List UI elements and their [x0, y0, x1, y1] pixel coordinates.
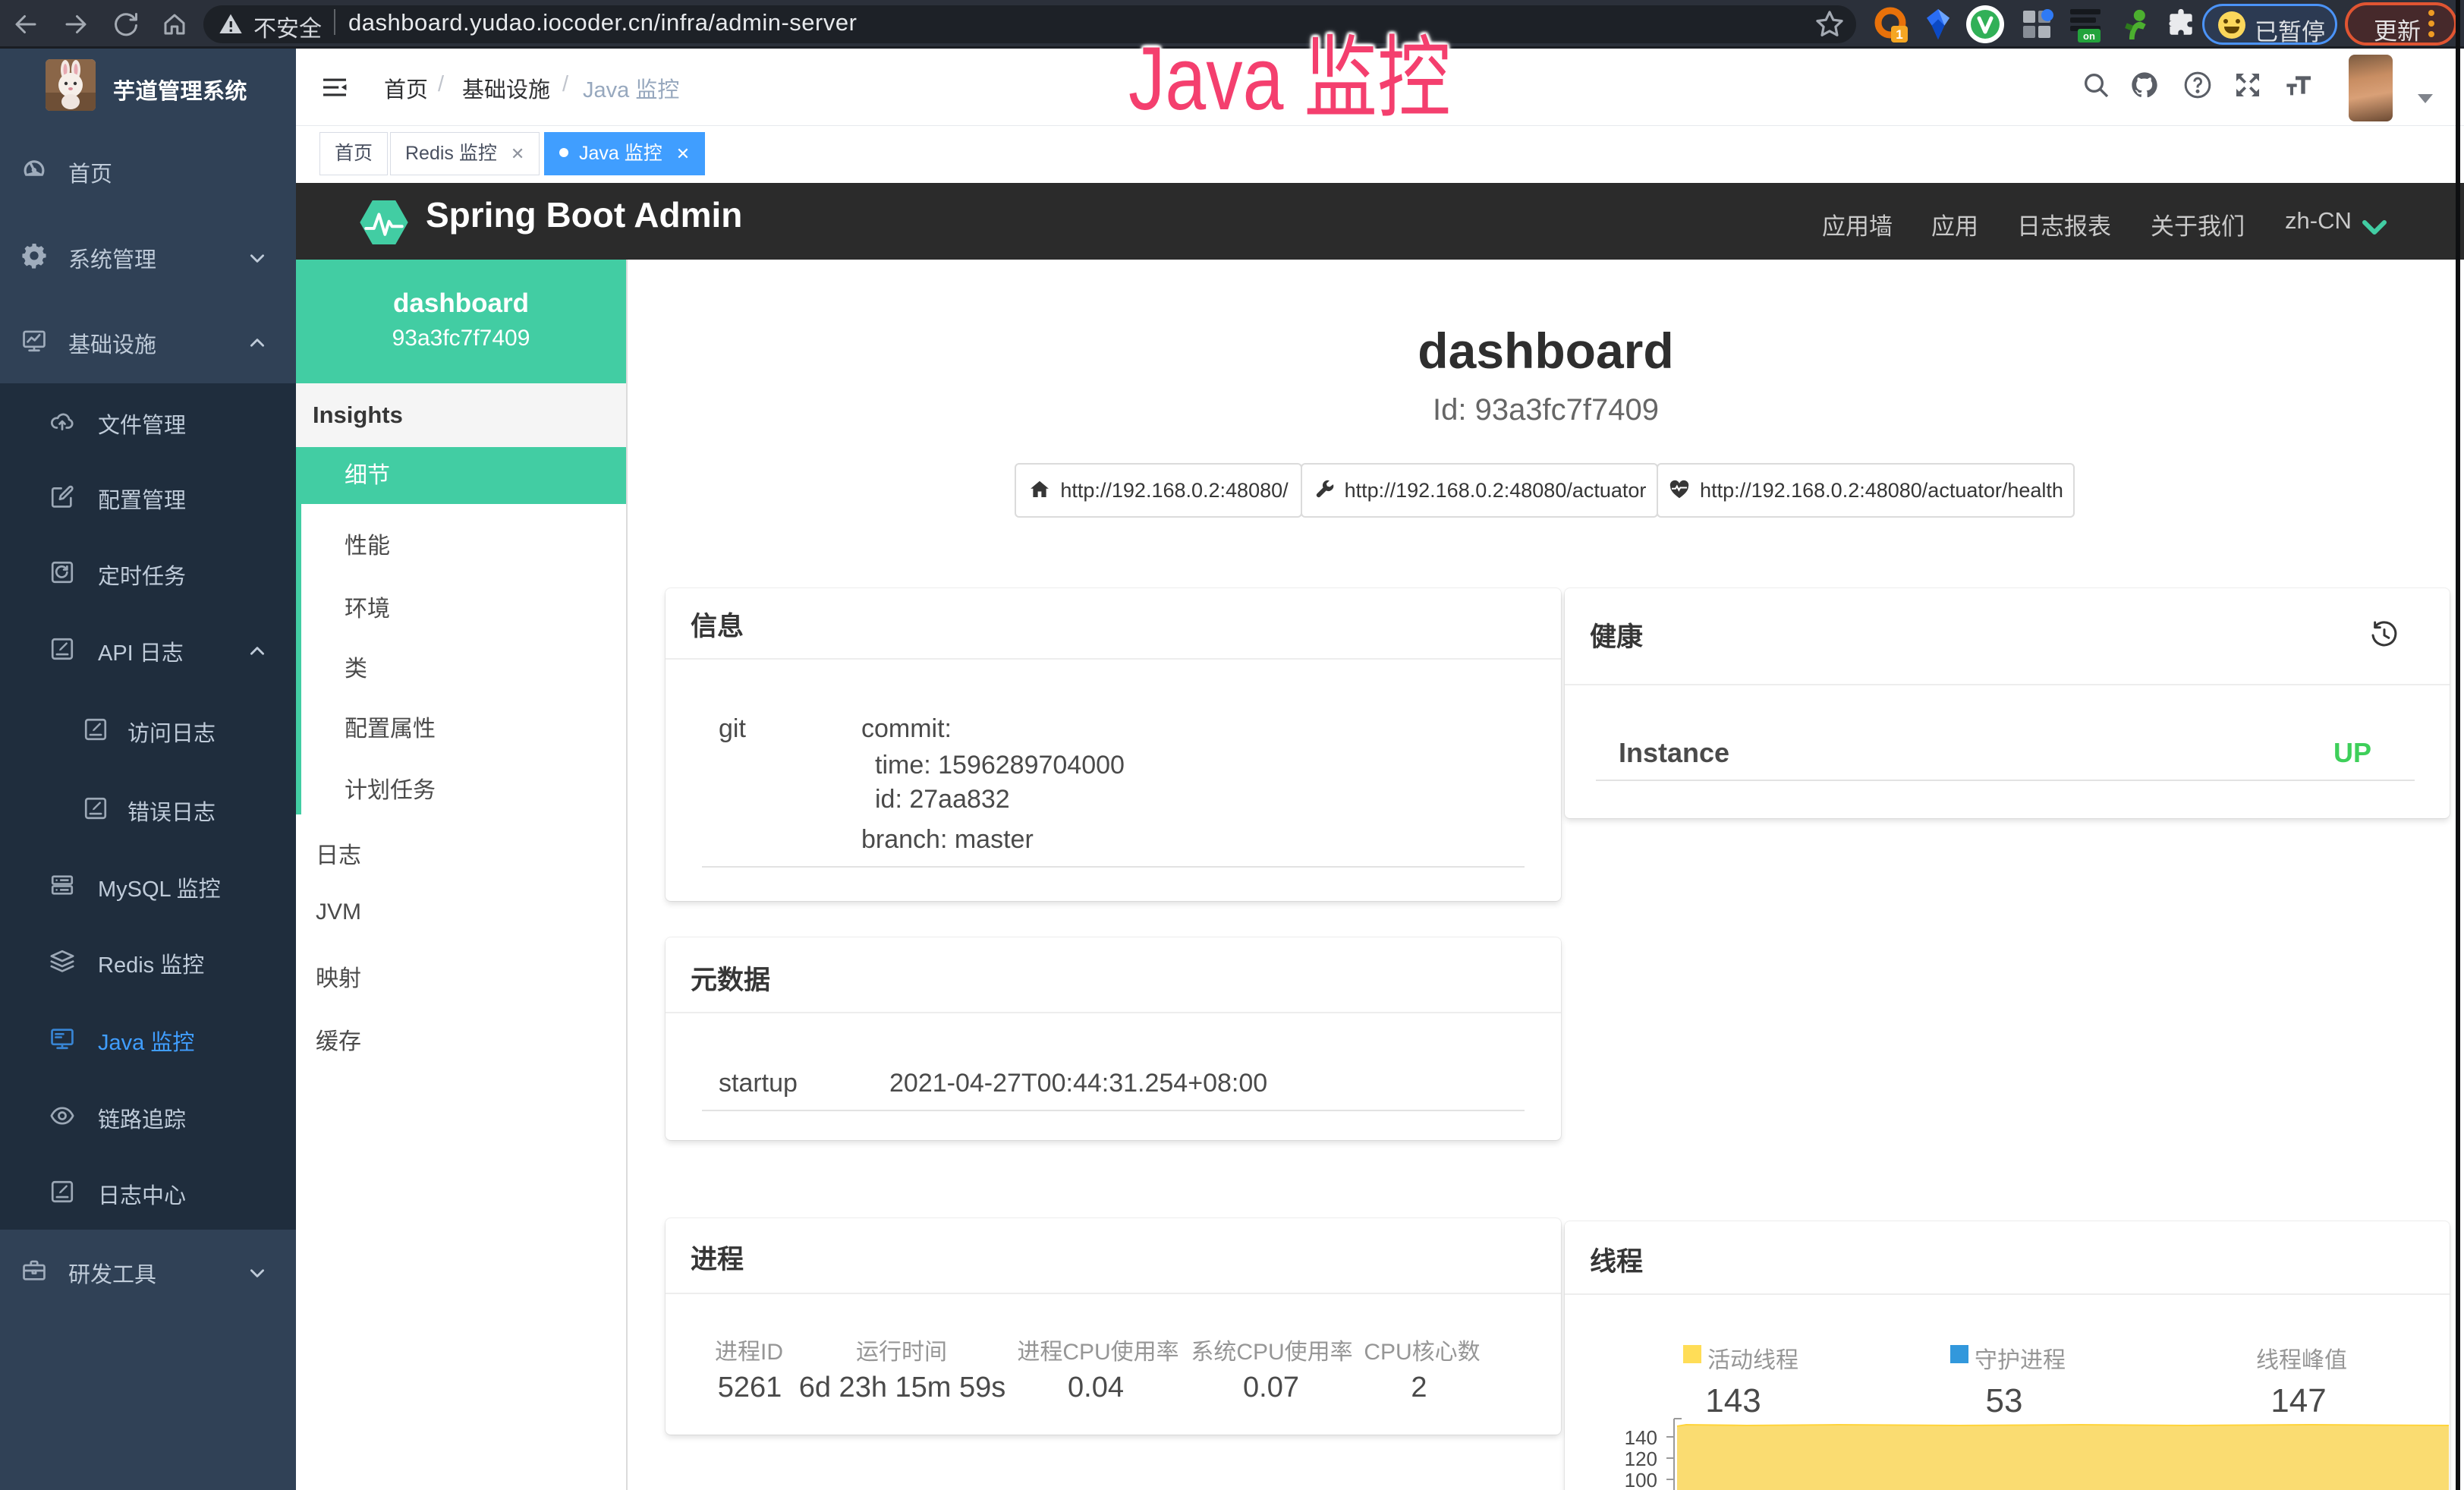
- svg-text:on: on: [2083, 30, 2095, 42]
- svg-text:1: 1: [1896, 27, 1902, 42]
